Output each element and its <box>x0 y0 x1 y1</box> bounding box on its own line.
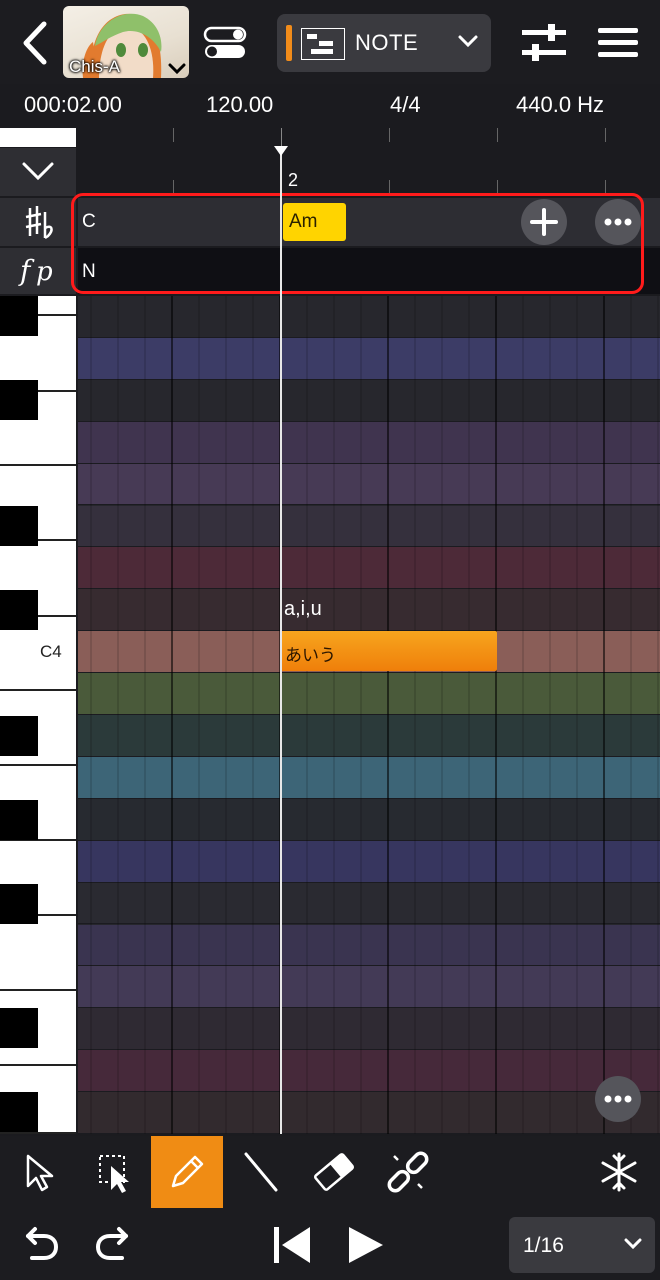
range-select-icon <box>99 1155 129 1193</box>
undo-button[interactable] <box>18 1222 62 1271</box>
keyboard-top-key <box>0 128 76 147</box>
track-toggle-button[interactable] <box>203 26 247 60</box>
more-horizontal-icon <box>604 1095 632 1103</box>
redo-button[interactable] <box>92 1222 136 1271</box>
white-key[interactable] <box>0 916 76 991</box>
play-icon <box>349 1227 383 1263</box>
more-horizontal-icon <box>604 218 632 226</box>
sharp-flat-icon <box>25 206 53 240</box>
chevron-down-icon <box>458 35 478 48</box>
playhead[interactable] <box>280 150 282 1134</box>
black-key[interactable] <box>0 590 38 630</box>
line-tool-button[interactable] <box>226 1136 298 1208</box>
time-signature[interactable]: 4/4 <box>390 92 421 118</box>
svg-text:f: f <box>18 254 35 287</box>
hamburger-menu-icon <box>598 28 638 57</box>
select-tool-button[interactable] <box>4 1136 76 1208</box>
arrow-select-icon <box>26 1154 54 1192</box>
singer-name: Chis-A <box>69 57 121 76</box>
chord-chip[interactable]: Am <box>283 203 346 241</box>
c4-key-label: C4 <box>40 642 62 661</box>
mode-label: NOTE <box>355 30 419 55</box>
tempo-value[interactable]: 120.00 <box>206 92 273 118</box>
mixer-icon <box>522 24 566 61</box>
quantize-value: 1/16 <box>523 1234 564 1257</box>
black-key[interactable] <box>0 296 38 336</box>
playhead-marker[interactable] <box>274 146 288 156</box>
black-key[interactable] <box>0 380 38 420</box>
eraser-icon <box>313 1153 355 1191</box>
fp-dynamics-icon: f p <box>18 254 53 287</box>
key-track-header[interactable] <box>0 198 76 246</box>
toggle-icon <box>203 26 247 58</box>
undo-icon <box>26 1227 59 1260</box>
edit-mode-dropdown[interactable]: NOTE <box>277 14 491 72</box>
quantize-dropdown[interactable]: 1/16 <box>509 1217 655 1273</box>
black-key[interactable] <box>0 1092 38 1132</box>
piano-roll-more-button[interactable] <box>595 1076 641 1122</box>
chevron-down-icon <box>168 63 186 75</box>
bar-number: 2 <box>288 170 299 190</box>
play-button[interactable] <box>346 1224 386 1271</box>
link-tool-button[interactable] <box>372 1136 444 1208</box>
playback-position[interactable]: 000:02.00 <box>24 92 122 118</box>
mixer-button[interactable] <box>522 24 566 67</box>
eraser-tool-button[interactable] <box>298 1136 370 1208</box>
pencil-tool-button[interactable] <box>151 1136 223 1208</box>
range-select-tool-button[interactable] <box>78 1136 150 1208</box>
grid-lines <box>90 296 659 1134</box>
freeze-icon <box>601 1152 637 1192</box>
add-chord-button[interactable] <box>521 199 567 245</box>
chevron-down-icon <box>624 1238 642 1250</box>
line-icon <box>244 1152 278 1192</box>
collapse-tracks-button[interactable] <box>0 148 76 196</box>
singer-selector[interactable]: Chis-A <box>63 6 189 78</box>
chevron-left-icon <box>23 21 47 65</box>
tuning-frequency[interactable]: 440.0 Hz <box>516 92 604 118</box>
chord-more-button[interactable] <box>595 199 641 245</box>
chevron-down-icon <box>22 162 54 181</box>
svg-text:p: p <box>36 257 53 287</box>
note-phonemes: a,i,u <box>284 598 322 620</box>
note-block[interactable]: あいう <box>281 631 497 671</box>
chord-track-lane[interactable] <box>78 198 660 246</box>
note-lyric: あいう <box>285 646 336 665</box>
dynamics-track-header[interactable]: f p <box>0 248 76 294</box>
timeline-ruler[interactable] <box>78 128 660 196</box>
black-key[interactable] <box>0 506 38 546</box>
skip-to-start-icon <box>274 1227 310 1263</box>
piano-roll-grid[interactable] <box>78 296 660 1134</box>
freeze-button[interactable] <box>583 1136 655 1208</box>
plus-icon <box>530 208 558 236</box>
mode-accent-bar <box>286 25 292 61</box>
key-label: C <box>82 211 96 232</box>
skip-to-start-button[interactable] <box>272 1224 312 1271</box>
black-key[interactable] <box>0 884 38 924</box>
back-button[interactable] <box>14 18 54 68</box>
pencil-icon <box>171 1155 204 1188</box>
black-key[interactable] <box>0 800 38 840</box>
link-icon <box>387 1151 429 1193</box>
black-key[interactable] <box>0 716 38 756</box>
dynamics-label: N <box>82 261 96 282</box>
main-menu-button[interactable] <box>598 27 638 64</box>
piano-keyboard[interactable] <box>0 296 76 1134</box>
dynamics-track-lane[interactable] <box>78 248 660 294</box>
note-mode-icon <box>301 28 345 60</box>
redo-icon <box>95 1227 128 1260</box>
black-key[interactable] <box>0 1008 38 1048</box>
